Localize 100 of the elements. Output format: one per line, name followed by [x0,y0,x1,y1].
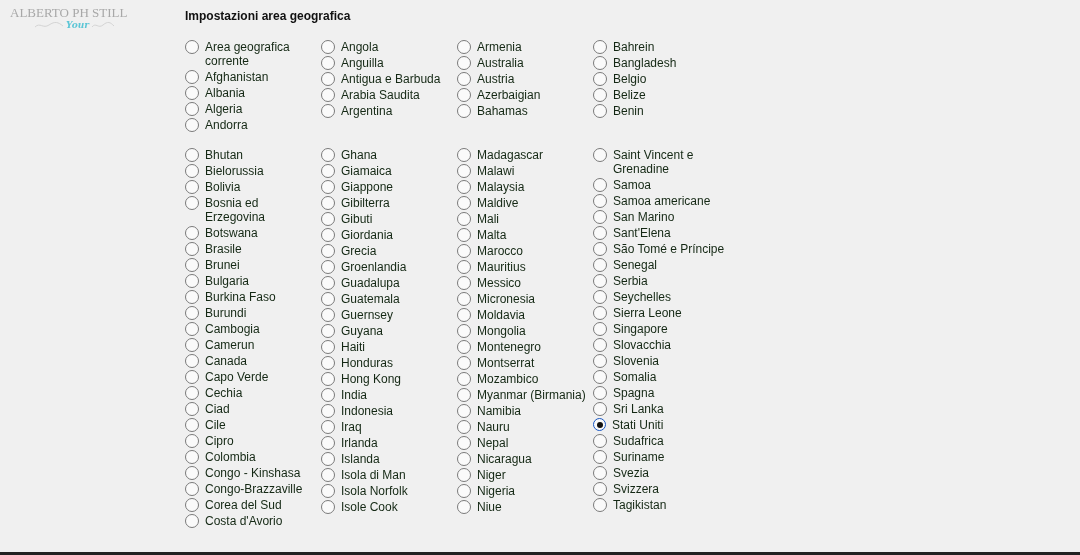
option-label[interactable]: Sierra Leone [613,306,682,320]
option-label[interactable]: Niue [477,500,502,514]
radio-button[interactable] [321,356,335,370]
radio-button[interactable] [593,402,607,416]
option-label[interactable]: Malawi [477,164,515,178]
radio-button[interactable] [457,340,471,354]
option-label[interactable]: Isole Cook [341,500,398,514]
radio-button[interactable] [185,118,199,132]
radio-button[interactable] [457,436,471,450]
radio-button[interactable] [185,102,199,116]
radio-button[interactable] [185,498,199,512]
radio-button[interactable] [457,356,471,370]
radio-button[interactable] [593,290,607,304]
radio-button[interactable] [457,72,471,86]
radio-button[interactable] [593,322,607,336]
option-label[interactable]: Cipro [205,434,234,448]
option-label[interactable]: Suriname [613,450,665,464]
radio-button[interactable] [593,450,607,464]
option-label[interactable]: Isola di Man [341,468,406,482]
option-label[interactable]: Somalia [613,370,657,384]
radio-button[interactable] [321,212,335,226]
option-label[interactable]: Congo - Kinshasa [205,466,301,480]
radio-button[interactable] [321,292,335,306]
option-label[interactable]: Cambogia [205,322,260,336]
radio-button[interactable] [457,56,471,70]
radio-button[interactable] [321,324,335,338]
option-label[interactable]: Bosnia ed Erzegovina [205,196,319,224]
radio-button[interactable] [593,194,607,208]
radio-button[interactable] [185,274,199,288]
radio-button[interactable] [457,196,471,210]
option-label[interactable]: Belize [613,88,646,102]
option-label[interactable]: Gibilterra [341,196,390,210]
option-label[interactable]: Ghana [341,148,378,162]
radio-button[interactable] [457,420,471,434]
radio-button[interactable] [185,386,199,400]
option-label[interactable]: Ciad [205,402,230,416]
option-label[interactable]: Mali [477,212,499,226]
radio-button[interactable] [593,418,606,431]
radio-button[interactable] [185,226,199,240]
option-label[interactable]: Guernsey [341,308,394,322]
radio-button[interactable] [321,40,335,54]
option-label[interactable]: Botswana [205,226,258,240]
radio-button[interactable] [457,40,471,54]
option-label[interactable]: Giamaica [341,164,392,178]
radio-button[interactable] [185,338,199,352]
radio-button[interactable] [321,180,335,194]
option-label[interactable]: Spagna [613,386,655,400]
radio-button[interactable] [593,148,607,162]
option-label[interactable]: Haiti [341,340,365,354]
radio-button[interactable] [321,372,335,386]
radio-button[interactable] [185,466,199,480]
option-label[interactable]: Camerun [205,338,255,352]
radio-button[interactable] [457,260,471,274]
option-label[interactable]: Armenia [477,40,522,54]
radio-button[interactable] [593,72,607,86]
option-label[interactable]: Colombia [205,450,256,464]
radio-button[interactable] [321,88,335,102]
option-label[interactable]: Bahamas [477,104,528,118]
radio-button[interactable] [185,242,199,256]
radio-button[interactable] [457,404,471,418]
option-label[interactable]: Congo-Brazzaville [205,482,303,496]
radio-button[interactable] [185,418,199,432]
radio-button[interactable] [185,290,199,304]
option-label[interactable]: Mauritius [477,260,526,274]
option-label[interactable]: Sant'Elena [613,226,671,240]
option-label[interactable]: Marocco [477,244,523,258]
radio-button[interactable] [593,306,607,320]
radio-button[interactable] [321,468,335,482]
radio-button[interactable] [457,228,471,242]
option-label[interactable]: Bangladesh [613,56,677,70]
option-label[interactable]: Corea del Sud [205,498,282,512]
option-label[interactable]: Bahrein [613,40,655,54]
option-label[interactable]: Isola Norfolk [341,484,408,498]
radio-button[interactable] [457,324,471,338]
radio-button[interactable] [593,40,607,54]
radio-button[interactable] [321,420,335,434]
option-label[interactable]: Canada [205,354,248,368]
radio-button[interactable] [185,70,199,84]
option-label[interactable]: Giordania [341,228,394,242]
radio-button[interactable] [593,354,607,368]
option-label[interactable]: Angola [341,40,379,54]
option-label[interactable]: Myanmar (Birmania) [477,388,586,402]
option-label[interactable]: Brasile [205,242,242,256]
radio-button[interactable] [321,260,335,274]
option-label[interactable]: Guyana [341,324,384,338]
option-label[interactable]: Nepal [477,436,509,450]
option-label[interactable]: Afghanistan [205,70,269,84]
radio-button[interactable] [593,434,607,448]
radio-button[interactable] [185,450,199,464]
radio-button[interactable] [593,56,607,70]
radio-button[interactable] [321,308,335,322]
radio-button[interactable] [321,484,335,498]
radio-button[interactable] [321,228,335,242]
option-label[interactable]: Algeria [205,102,243,116]
option-label[interactable]: Brunei [205,258,240,272]
radio-button[interactable] [321,56,335,70]
radio-button[interactable] [593,274,607,288]
radio-button[interactable] [185,86,199,100]
option-label[interactable]: Nicaragua [477,452,532,466]
radio-button[interactable] [185,306,199,320]
